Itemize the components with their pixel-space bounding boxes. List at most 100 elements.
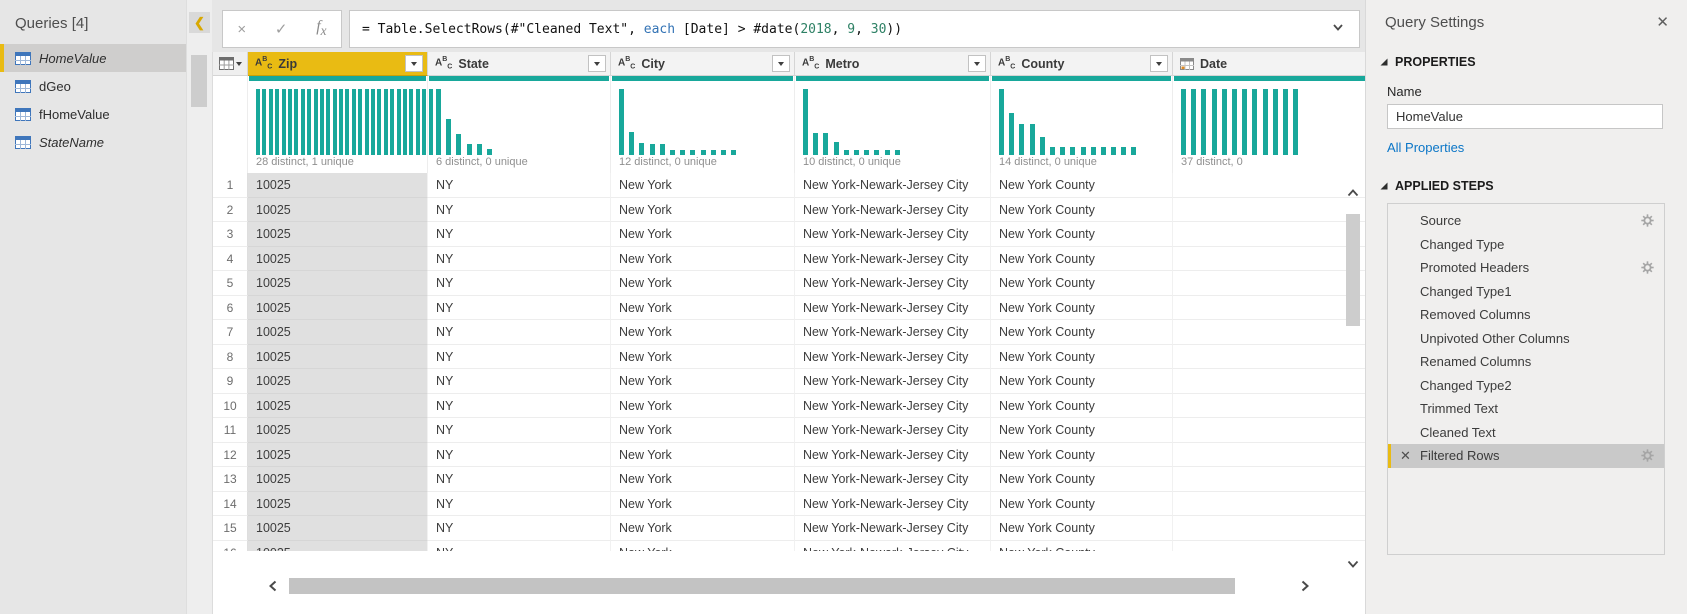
applied-step-promoted-headers[interactable]: ✕Promoted Headers bbox=[1388, 256, 1664, 280]
cell-city[interactable]: New York bbox=[611, 369, 795, 394]
column-header-metro[interactable]: ABCMetro bbox=[795, 52, 991, 76]
horizontal-scrollbar-thumb[interactable] bbox=[289, 578, 1235, 594]
cell-city[interactable]: New York bbox=[611, 198, 795, 223]
cell-county[interactable]: New York County bbox=[991, 541, 1173, 552]
row-number[interactable]: 15 bbox=[213, 516, 248, 541]
column-quality-city[interactable]: 12 distinct, 0 unique bbox=[611, 76, 795, 173]
row-number[interactable]: 6 bbox=[213, 296, 248, 321]
scroll-down-icon[interactable] bbox=[1346, 557, 1360, 575]
column-header-zip[interactable]: ABCZip bbox=[248, 52, 428, 76]
horizontal-scrollbar[interactable] bbox=[213, 576, 1365, 596]
query-item-fhomevalue[interactable]: fHomeValue bbox=[0, 100, 186, 128]
cell-metro[interactable]: New York-Newark-Jersey City bbox=[795, 467, 991, 492]
formula-input[interactable]: = Table.SelectRows(#"Cleaned Text", each… bbox=[349, 10, 1360, 48]
column-quality-state[interactable]: 6 distinct, 0 unique bbox=[428, 76, 611, 173]
cell-city[interactable]: New York bbox=[611, 345, 795, 370]
cell-metro[interactable]: New York-Newark-Jersey City bbox=[795, 516, 991, 541]
applied-step-renamed-columns[interactable]: ✕Renamed Columns bbox=[1388, 350, 1664, 374]
cell-date[interactable] bbox=[1173, 467, 1365, 492]
cell-zip[interactable]: 10025 bbox=[248, 198, 428, 223]
applied-step-trimmed-text[interactable]: ✕Trimmed Text bbox=[1388, 397, 1664, 421]
cell-metro[interactable]: New York-Newark-Jersey City bbox=[795, 443, 991, 468]
column-header-date[interactable]: Date bbox=[1173, 52, 1365, 76]
column-header-city[interactable]: ABCCity bbox=[611, 52, 795, 76]
cell-metro[interactable]: New York-Newark-Jersey City bbox=[795, 369, 991, 394]
cell-county[interactable]: New York County bbox=[991, 443, 1173, 468]
formula-expand-chevron-icon[interactable] bbox=[1331, 20, 1345, 39]
cell-date[interactable] bbox=[1173, 541, 1365, 552]
cell-metro[interactable]: New York-Newark-Jersey City bbox=[795, 173, 991, 198]
cell-zip[interactable]: 10025 bbox=[248, 173, 428, 198]
cell-zip[interactable]: 10025 bbox=[248, 467, 428, 492]
cell-state[interactable]: NY bbox=[428, 198, 611, 223]
scroll-left-icon[interactable] bbox=[267, 579, 279, 598]
formula-accept-button[interactable]: ✓ bbox=[275, 20, 288, 38]
cell-city[interactable]: New York bbox=[611, 320, 795, 345]
cell-date[interactable] bbox=[1173, 516, 1365, 541]
cell-zip[interactable]: 10025 bbox=[248, 369, 428, 394]
row-number[interactable]: 14 bbox=[213, 492, 248, 517]
cell-city[interactable]: New York bbox=[611, 271, 795, 296]
row-number[interactable]: 9 bbox=[213, 369, 248, 394]
cell-metro[interactable]: New York-Newark-Jersey City bbox=[795, 492, 991, 517]
vertical-scrollbar-thumb[interactable] bbox=[1346, 214, 1360, 326]
cell-county[interactable]: New York County bbox=[991, 320, 1173, 345]
cell-county[interactable]: New York County bbox=[991, 369, 1173, 394]
cell-city[interactable]: New York bbox=[611, 516, 795, 541]
applied-step-cleaned-text[interactable]: ✕Cleaned Text bbox=[1388, 421, 1664, 445]
cell-zip[interactable]: 10025 bbox=[248, 271, 428, 296]
cell-state[interactable]: NY bbox=[428, 296, 611, 321]
scroll-right-icon[interactable] bbox=[1299, 579, 1311, 598]
cell-state[interactable]: NY bbox=[428, 271, 611, 296]
cell-state[interactable]: NY bbox=[428, 173, 611, 198]
cell-zip[interactable]: 10025 bbox=[248, 492, 428, 517]
cell-date[interactable] bbox=[1173, 492, 1365, 517]
scroll-up-icon[interactable] bbox=[1346, 186, 1360, 204]
select-all-table-button[interactable] bbox=[213, 52, 248, 76]
filter-button-county[interactable] bbox=[1150, 55, 1168, 72]
cell-county[interactable]: New York County bbox=[991, 418, 1173, 443]
vertical-scrollbar[interactable] bbox=[1342, 182, 1364, 577]
step-settings-gear-icon[interactable] bbox=[1641, 449, 1654, 462]
cell-metro[interactable]: New York-Newark-Jersey City bbox=[795, 320, 991, 345]
applied-steps-section-heading[interactable]: APPLIED STEPS bbox=[1380, 179, 1687, 193]
cell-city[interactable]: New York bbox=[611, 247, 795, 272]
applied-step-changed-type[interactable]: ✕Changed Type bbox=[1388, 233, 1664, 257]
cell-zip[interactable]: 10025 bbox=[248, 418, 428, 443]
column-quality-county[interactable]: 14 distinct, 0 unique bbox=[991, 76, 1173, 173]
cell-state[interactable]: NY bbox=[428, 443, 611, 468]
query-item-statename[interactable]: StateName bbox=[0, 128, 186, 156]
cell-county[interactable]: New York County bbox=[991, 271, 1173, 296]
cell-county[interactable]: New York County bbox=[991, 173, 1173, 198]
cell-city[interactable]: New York bbox=[611, 222, 795, 247]
step-settings-gear-icon[interactable] bbox=[1641, 214, 1654, 227]
row-number[interactable]: 13 bbox=[213, 467, 248, 492]
cell-zip[interactable]: 10025 bbox=[248, 345, 428, 370]
cell-metro[interactable]: New York-Newark-Jersey City bbox=[795, 296, 991, 321]
row-number[interactable]: 1 bbox=[213, 173, 248, 198]
cell-county[interactable]: New York County bbox=[991, 492, 1173, 517]
cell-city[interactable]: New York bbox=[611, 443, 795, 468]
delete-step-icon[interactable]: ✕ bbox=[1391, 448, 1420, 464]
applied-step-changed-type1[interactable]: ✕Changed Type1 bbox=[1388, 280, 1664, 304]
collapse-queries-pane-button[interactable]: ❮ bbox=[189, 12, 210, 33]
cell-date[interactable] bbox=[1173, 198, 1365, 223]
cell-county[interactable]: New York County bbox=[991, 345, 1173, 370]
cell-zip[interactable]: 10025 bbox=[248, 296, 428, 321]
cell-city[interactable]: New York bbox=[611, 173, 795, 198]
cell-state[interactable]: NY bbox=[428, 541, 611, 552]
row-number[interactable]: 10 bbox=[213, 394, 248, 419]
query-item-dgeo[interactable]: dGeo bbox=[0, 72, 186, 100]
cell-metro[interactable]: New York-Newark-Jersey City bbox=[795, 271, 991, 296]
cell-zip[interactable]: 10025 bbox=[248, 394, 428, 419]
row-number[interactable]: 5 bbox=[213, 271, 248, 296]
cell-date[interactable] bbox=[1173, 173, 1365, 198]
row-number[interactable]: 2 bbox=[213, 198, 248, 223]
cell-county[interactable]: New York County bbox=[991, 247, 1173, 272]
cell-date[interactable] bbox=[1173, 320, 1365, 345]
cell-metro[interactable]: New York-Newark-Jersey City bbox=[795, 247, 991, 272]
cell-state[interactable]: NY bbox=[428, 418, 611, 443]
properties-section-heading[interactable]: PROPERTIES bbox=[1380, 55, 1687, 69]
column-header-county[interactable]: ABCCounty bbox=[991, 52, 1173, 76]
cell-date[interactable] bbox=[1173, 271, 1365, 296]
